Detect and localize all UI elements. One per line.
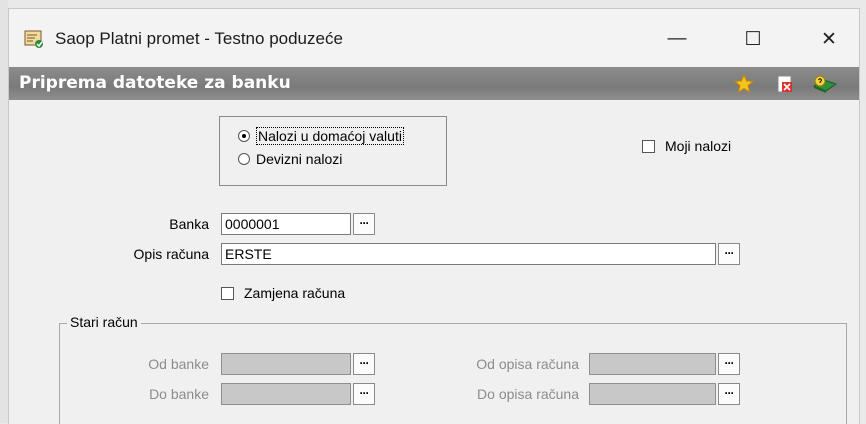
do-opisa-field[interactable] [589, 383, 716, 405]
moji-nalozi-checkbox[interactable]: Moji nalozi [642, 138, 731, 154]
maximize-button[interactable]: ☐ [725, 17, 781, 61]
favorite-star-icon[interactable] [734, 74, 754, 94]
form-caption-bar: Priprema datoteke za banku [9, 67, 859, 100]
app-document-icon [24, 30, 43, 48]
od-banke-field[interactable] [221, 353, 351, 375]
do-banke-label: Do banke [149, 386, 209, 402]
do-opisa-lookup-button[interactable]: ··· [718, 383, 740, 405]
od-opisa-field[interactable] [589, 353, 716, 375]
radio-domestic-label[interactable]: Nalozi u domaćoj valuti [256, 127, 404, 145]
do-banke-field[interactable] [221, 383, 351, 405]
zamjena-racuna-checkbox[interactable]: Zamjena računa [221, 285, 345, 301]
od-banke-label: Od banke [148, 356, 209, 372]
payment-type-group: Nalozi u domaćoj valuti Devizni nalozi [219, 116, 447, 186]
minimize-button[interactable]: — [649, 17, 705, 61]
zamjena-racuna-label[interactable]: Zamjena računa [244, 285, 345, 301]
do-banke-lookup-button[interactable]: ··· [353, 383, 375, 405]
radio-domestic[interactable]: Nalozi u domaćoj valuti [238, 127, 404, 145]
background-edge [0, 0, 8, 423]
window-title: Saop Platni promet - Testno poduzeće [55, 29, 343, 48]
title-bar: Saop Platni promet - Testno poduzeće — ☐… [9, 9, 859, 67]
close-document-icon[interactable] [775, 74, 795, 94]
moji-nalozi-label[interactable]: Moji nalozi [665, 138, 731, 154]
radio-foreign-indicator[interactable] [238, 153, 250, 165]
zamjena-racuna-box[interactable] [221, 286, 234, 300]
opis-racuna-lookup-button[interactable]: ··· [718, 243, 740, 265]
book-help-icon[interactable] [812, 74, 838, 94]
opis-racuna-label: Opis računa [133, 246, 209, 262]
stari-racun-title: Stari račun [67, 314, 141, 330]
banka-field[interactable]: 0000001 [221, 213, 351, 235]
do-opisa-label: Do opisa računa [477, 386, 579, 402]
form-title: Priprema datoteke za banku [19, 73, 291, 93]
close-button[interactable]: ✕ [801, 17, 857, 61]
od-opisa-label: Od opisa računa [476, 356, 579, 372]
od-opisa-lookup-button[interactable]: ··· [718, 353, 740, 375]
opis-racuna-field[interactable]: ERSTE [221, 243, 716, 265]
od-banke-lookup-button[interactable]: ··· [353, 353, 375, 375]
radio-foreign[interactable]: Devizni nalozi [238, 151, 342, 167]
radio-domestic-indicator[interactable] [238, 130, 250, 142]
app-window: Saop Platni promet - Testno poduzeće — ☐… [8, 8, 860, 424]
banka-label: Banka [169, 216, 209, 232]
radio-foreign-label[interactable]: Devizni nalozi [256, 151, 342, 167]
moji-nalozi-box[interactable] [642, 139, 655, 153]
banka-lookup-button[interactable]: ··· [353, 213, 375, 235]
form-content: Nalozi u domaćoj valuti Devizni nalozi M… [9, 100, 859, 424]
